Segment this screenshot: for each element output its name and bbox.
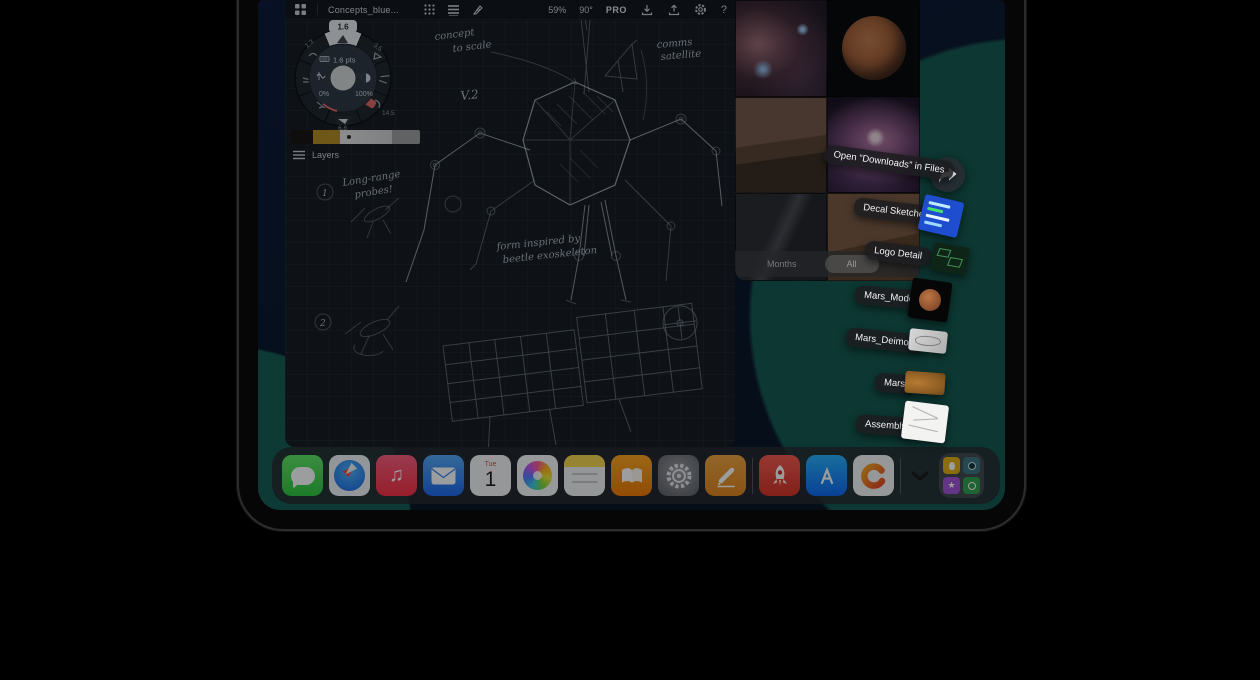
- drag-label-logo-detail[interactable]: Logo Detail: [864, 240, 932, 267]
- ipad-screen: concept to scale comms satellite V.2 Lon…: [258, 0, 1005, 510]
- drag-thumb-logo-detail[interactable]: [930, 242, 970, 276]
- drag-action-label[interactable]: Open “Downloads” in Files: [823, 144, 954, 181]
- stage: concept to scale comms satellite V.2 Lon…: [0, 0, 1260, 680]
- drag-thumb-mars[interactable]: [904, 371, 945, 396]
- drag-thumb-mars-deimos[interactable]: [908, 328, 948, 354]
- ipad-device-frame: concept to scale comms satellite V.2 Lon…: [237, 0, 1026, 531]
- drag-thumb-decal-sketches[interactable]: [917, 194, 964, 238]
- drag-drop-layer: Open “Downloads” in Files Decal Sketches…: [258, 0, 1005, 510]
- drag-thumb-assembly[interactable]: [901, 400, 949, 443]
- drag-thumb-mars-model[interactable]: [907, 277, 952, 322]
